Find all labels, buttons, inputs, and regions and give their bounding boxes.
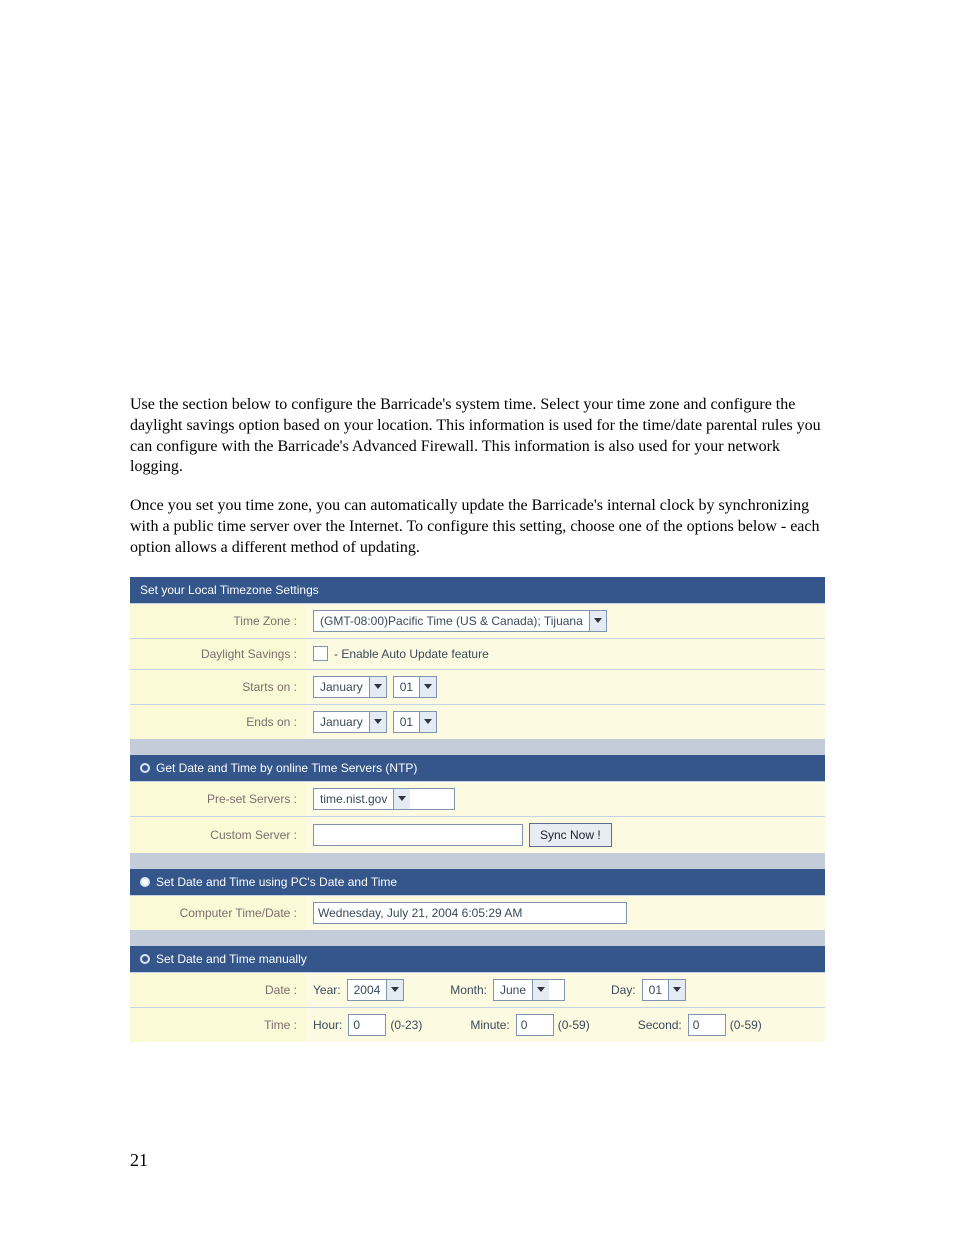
starts-month-value: January [314, 677, 369, 697]
timezone-select[interactable]: (GMT-08:00)Pacific Time (US & Canada); T… [313, 610, 607, 632]
preset-server-select[interactable]: time.nist.gov [313, 788, 455, 810]
label-day: Day: [611, 983, 636, 997]
row-daylight: Daylight Savings : - Enable Auto Update … [130, 638, 825, 669]
chevron-down-icon [419, 677, 436, 697]
daylight-checkbox-label: - Enable Auto Update feature [334, 647, 489, 661]
section-spacer [130, 739, 825, 755]
chevron-down-icon [589, 611, 606, 631]
month-value: June [494, 980, 532, 1000]
label-manual-date: Date : [130, 973, 305, 1007]
label-computer-time: Computer Time/Date : [130, 896, 305, 930]
row-timezone: Time Zone : (GMT-08:00)Pacific Time (US … [130, 603, 825, 638]
section-spacer [130, 853, 825, 869]
radio-manual[interactable] [140, 954, 150, 964]
hour-input[interactable]: 0 [348, 1014, 386, 1036]
label-starts-on: Starts on : [130, 670, 305, 704]
ends-day-value: 01 [394, 712, 419, 732]
label-minute: Minute: [470, 1018, 509, 1032]
section-title-timezone: Set your Local Timezone Settings [140, 583, 319, 597]
intro-paragraph-2: Once you set you time zone, you can auto… [130, 496, 824, 558]
ends-month-value: January [314, 712, 369, 732]
chevron-down-icon [369, 712, 386, 732]
row-ends-on: Ends on : January 01 [130, 704, 825, 739]
year-select[interactable]: 2004 [347, 979, 405, 1001]
second-input[interactable]: 0 [688, 1014, 726, 1036]
starts-month-select[interactable]: January [313, 676, 387, 698]
row-preset-servers: Pre-set Servers : time.nist.gov [130, 781, 825, 816]
section-title-ntp: Get Date and Time by online Time Servers… [156, 761, 417, 775]
chevron-down-icon [369, 677, 386, 697]
custom-server-input[interactable] [313, 824, 523, 846]
intro-paragraph-1: Use the section below to configure the B… [130, 395, 824, 478]
radio-pc[interactable] [140, 877, 150, 887]
row-manual-time: Time : Hour: 0 (0-23) Minute: 0 (0-59) S… [130, 1007, 825, 1042]
minute-input[interactable]: 0 [516, 1014, 554, 1036]
row-manual-date: Date : Year: 2004 Month: June [130, 972, 825, 1007]
label-preset-servers: Pre-set Servers : [130, 782, 305, 816]
label-manual-time: Time : [130, 1008, 305, 1042]
timezone-select-value: (GMT-08:00)Pacific Time (US & Canada); T… [314, 611, 589, 631]
sync-now-button[interactable]: Sync Now ! [529, 823, 612, 847]
radio-ntp[interactable] [140, 763, 150, 773]
day-select[interactable]: 01 [642, 979, 686, 1001]
label-hour: Hour: [313, 1018, 342, 1032]
section-title-pc: Set Date and Time using PC's Date and Ti… [156, 875, 397, 889]
row-computer-time: Computer Time/Date : Wednesday, July 21,… [130, 895, 825, 930]
chevron-down-icon [393, 789, 410, 809]
section-header-pc[interactable]: Set Date and Time using PC's Date and Ti… [130, 869, 825, 895]
section-title-manual: Set Date and Time manually [156, 952, 307, 966]
row-custom-server: Custom Server : Sync Now ! [130, 816, 825, 853]
label-timezone: Time Zone : [130, 604, 305, 638]
section-spacer [130, 930, 825, 946]
daylight-checkbox[interactable] [313, 646, 328, 661]
chevron-down-icon [668, 980, 685, 1000]
hour-range: (0-23) [390, 1018, 422, 1032]
row-starts-on: Starts on : January 01 [130, 669, 825, 704]
minute-range: (0-59) [558, 1018, 590, 1032]
section-header-ntp[interactable]: Get Date and Time by online Time Servers… [130, 755, 825, 781]
chevron-down-icon [386, 980, 403, 1000]
section-header-manual[interactable]: Set Date and Time manually [130, 946, 825, 972]
label-month: Month: [450, 983, 487, 997]
chevron-down-icon [419, 712, 436, 732]
year-value: 2004 [348, 980, 387, 1000]
chevron-down-icon [532, 980, 549, 1000]
label-second: Second: [638, 1018, 682, 1032]
time-config-panel: Set your Local Timezone Settings Time Zo… [130, 577, 825, 1042]
page-number: 21 [130, 1150, 148, 1171]
starts-day-value: 01 [394, 677, 419, 697]
second-range: (0-59) [730, 1018, 762, 1032]
starts-day-select[interactable]: 01 [393, 676, 437, 698]
preset-server-value: time.nist.gov [314, 789, 393, 809]
ends-day-select[interactable]: 01 [393, 711, 437, 733]
month-select[interactable]: June [493, 979, 565, 1001]
label-daylight: Daylight Savings : [130, 639, 305, 669]
section-header-timezone: Set your Local Timezone Settings [130, 577, 825, 603]
day-value: 01 [643, 980, 668, 1000]
label-ends-on: Ends on : [130, 705, 305, 739]
computer-time-input[interactable]: Wednesday, July 21, 2004 6:05:29 AM [313, 902, 627, 924]
label-custom-server: Custom Server : [130, 817, 305, 853]
ends-month-select[interactable]: January [313, 711, 387, 733]
label-year: Year: [313, 983, 341, 997]
